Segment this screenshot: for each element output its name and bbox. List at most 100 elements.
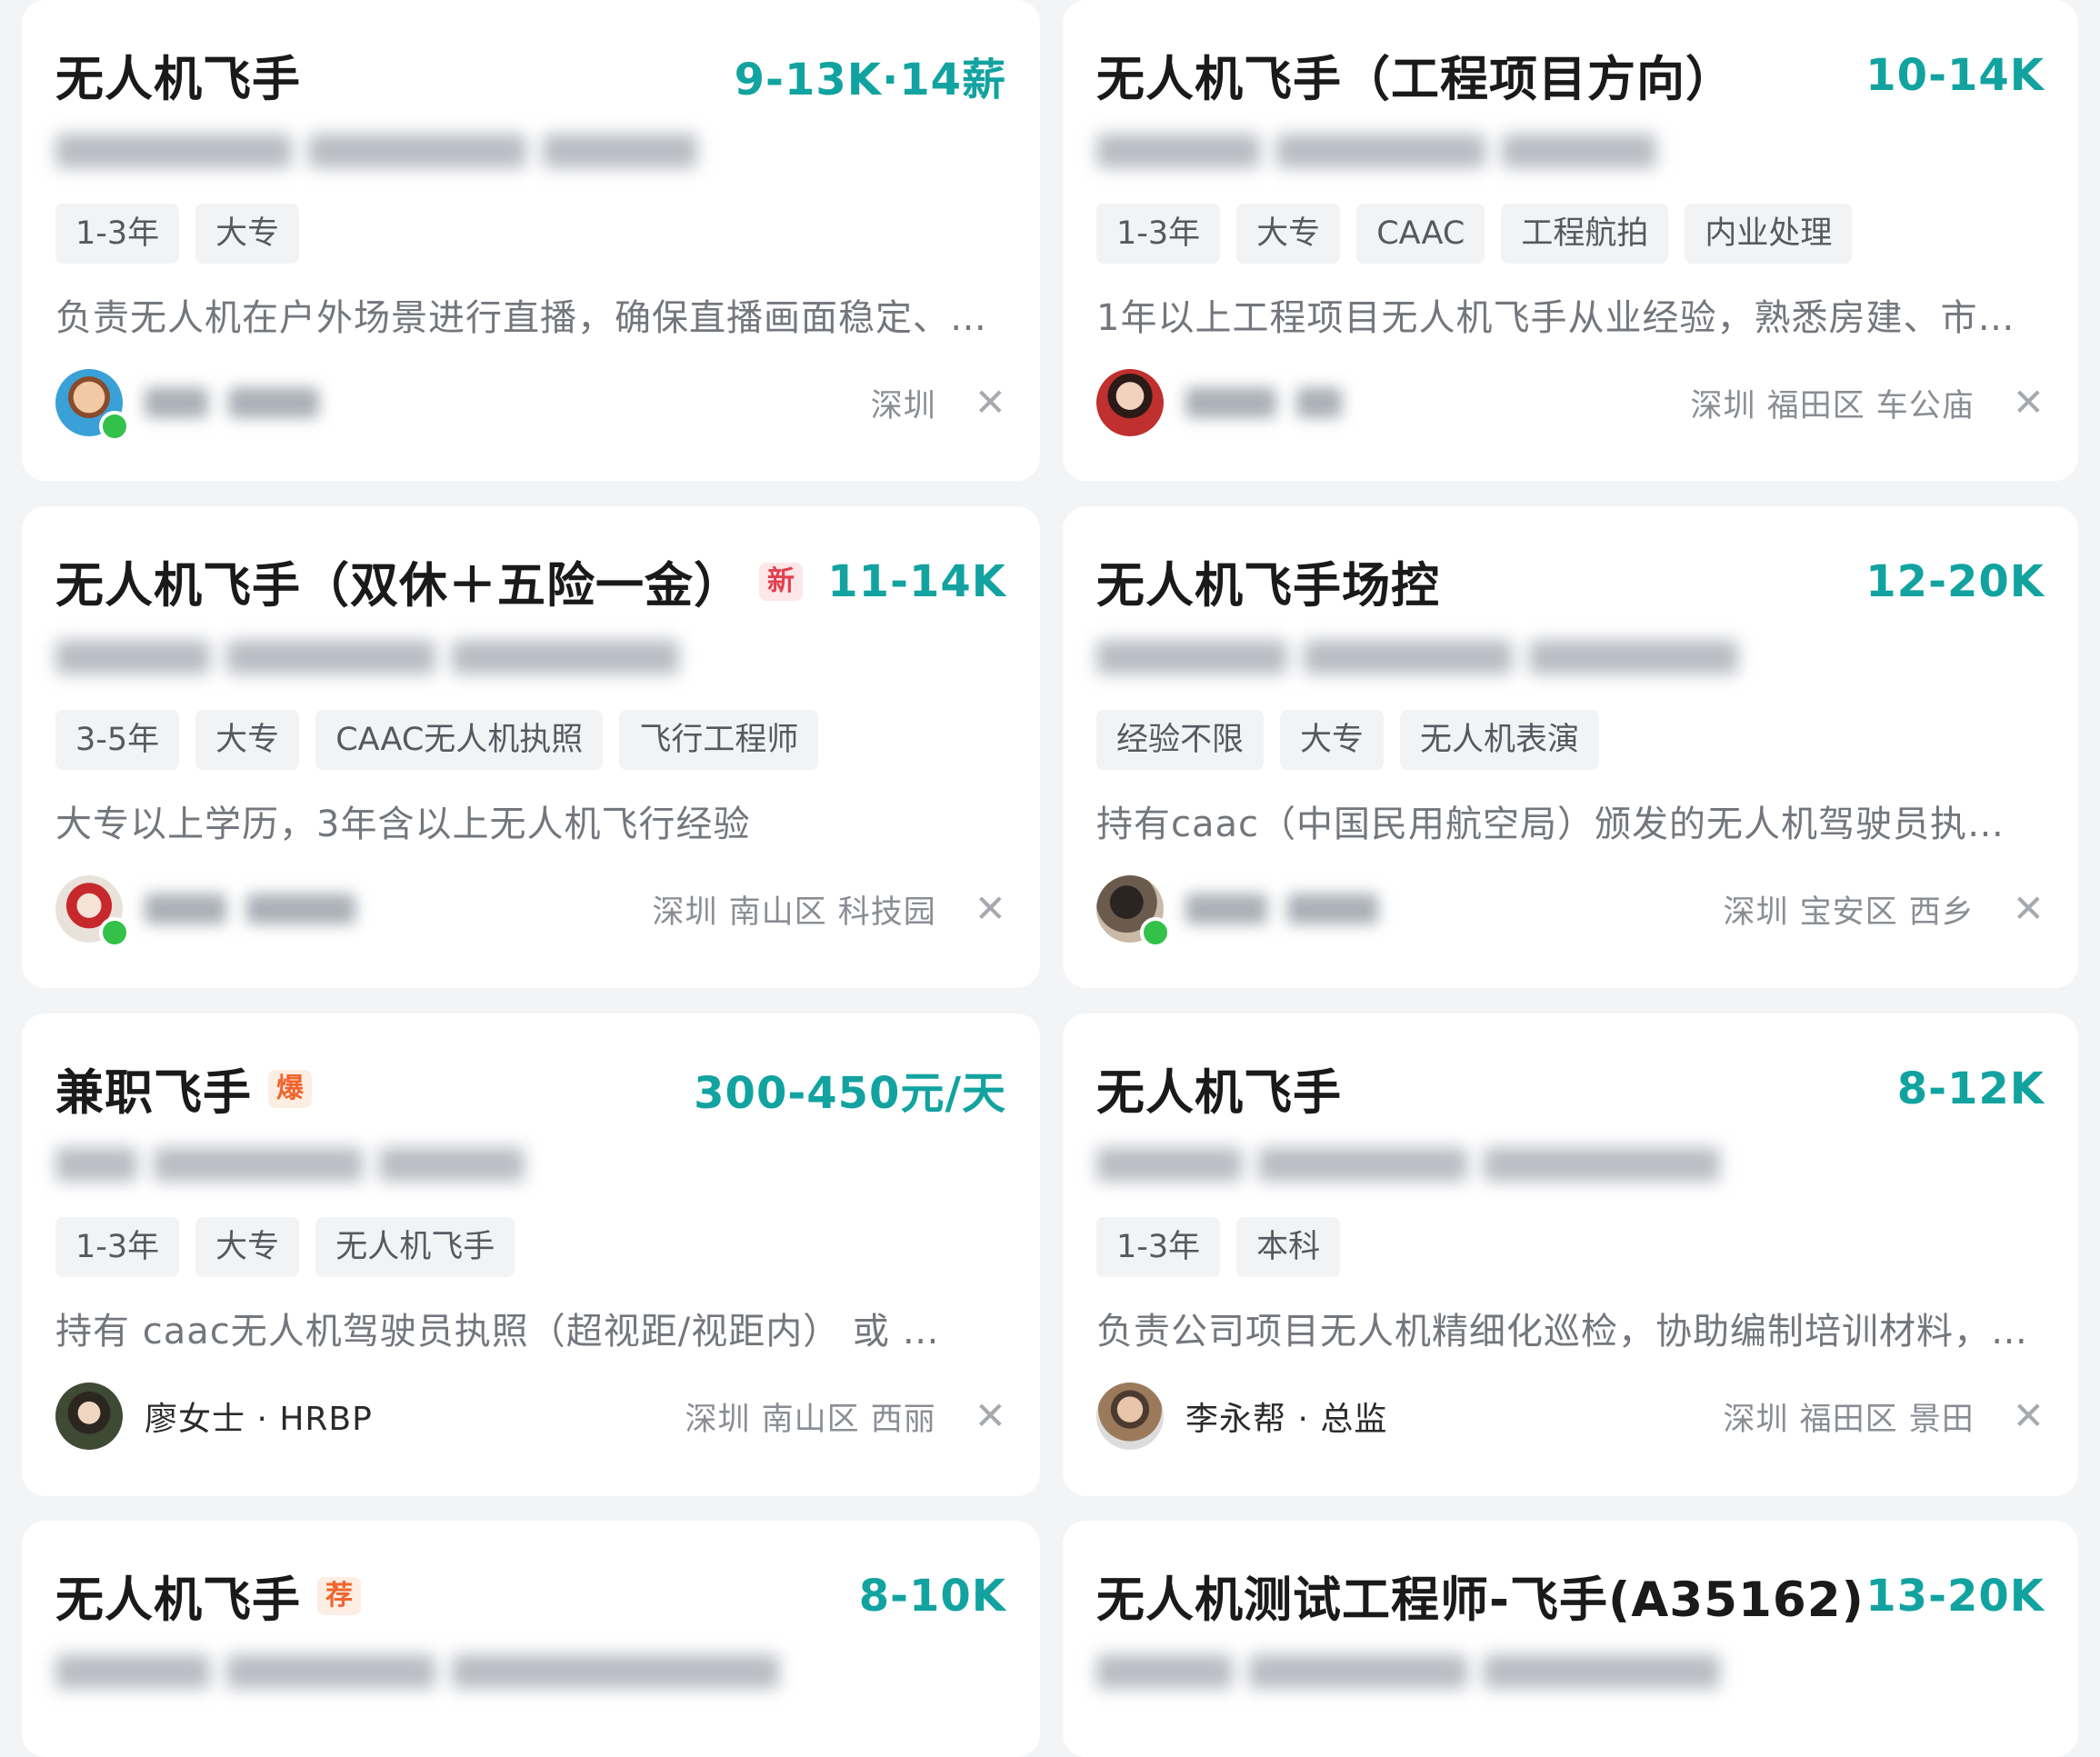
job-location: 深圳 南山区 西丽 (685, 1401, 936, 1438)
title-wrap: 无人机飞手 (1096, 1054, 1342, 1123)
job-description: 1年以上工程项目无人机飞手从业经验，熟悉房建、市… (1096, 297, 2015, 339)
job-title[interactable]: 无人机测试工程师-飞手(A35162) (1096, 1562, 1865, 1631)
job-tags: 经验不限 大专 无人机表演 (1096, 710, 1600, 770)
job-tags: 1-3年 大专 CAAC 工程航拍 内业处理 (1096, 204, 1853, 264)
company-info-blurred (55, 127, 697, 175)
job-card[interactable]: 无人机飞手（双休＋五险一金） 新 11-14K 3-5年 大专 CAAC无人机执… (22, 506, 1040, 988)
job-header: 无人机飞手（工程项目方向） 10-14K (1096, 44, 2045, 107)
location-wrap: 深圳 南山区 科技园 ✕ (653, 886, 1006, 933)
recruiter[interactable]: 廖女士 · HRBP (55, 1383, 373, 1450)
job-description: 负责无人机在户外场景进行直播，确保直播画面稳定、… (55, 297, 987, 339)
recruiter-name-blurred (1185, 387, 1342, 418)
company-info-blurred (1096, 1648, 1720, 1695)
tag: 经验不限 (1096, 710, 1265, 770)
job-title[interactable]: 无人机飞手（双休＋五险一金） (55, 547, 743, 616)
company-info-blurred (55, 1648, 779, 1695)
job-header: 无人机测试工程师-飞手(A35162) 13-20K (1096, 1564, 2045, 1628)
title-wrap: 无人机测试工程师-飞手(A35162) (1096, 1562, 1865, 1631)
job-location: 深圳 南山区 科技园 (652, 893, 936, 931)
tag: CAAC (1356, 204, 1485, 264)
close-icon[interactable]: ✕ (2013, 384, 2045, 422)
location-wrap: 深圳 ✕ (871, 380, 1006, 426)
job-card[interactable]: 无人机飞手（工程项目方向） 10-14K 1-3年 大专 CAAC 工程航拍 内… (1063, 0, 2078, 481)
title-wrap: 兼职飞手 爆 (55, 1054, 312, 1123)
job-title[interactable]: 无人机飞手 (55, 1562, 301, 1631)
job-salary: 9-13K·14薪 (734, 55, 1006, 105)
title-wrap: 无人机飞手（双休＋五险一金） 新 (55, 547, 803, 616)
job-salary: 13-20K (1865, 1571, 2045, 1622)
recruiter-name: 李永帮 · 总监 (1185, 1401, 1388, 1438)
job-description: 持有caac（中国民用航空局）颁发的无人机驾驶员执… (1096, 804, 2005, 845)
recruiter-name: 廖女士 · HRBP (145, 1401, 373, 1438)
job-description: 持有 caac无人机驾驶员执照（超视距/视距内） 或 … (55, 1311, 940, 1353)
job-card[interactable]: 兼职飞手 爆 300-450元/天 1-3年 大专 无人机飞手 持有 caac无… (22, 1013, 1040, 1496)
job-footer: 深圳 南山区 科技园 ✕ (55, 874, 1006, 948)
tag: 本科 (1236, 1217, 1341, 1277)
job-header: 兼职飞手 爆 300-450元/天 (55, 1057, 1006, 1121)
recruiter[interactable] (55, 875, 355, 948)
job-card[interactable]: 无人机飞手 荐 8-10K (22, 1521, 1040, 1757)
job-title[interactable]: 无人机飞手 (1096, 1054, 1342, 1123)
tag: 无人机飞手 (315, 1217, 515, 1277)
online-indicator (1140, 917, 1171, 948)
job-description: 大专以上学历，3年含以上无人机飞行经验 (55, 804, 751, 845)
title-wrap: 无人机飞手 荐 (55, 1562, 361, 1631)
job-title[interactable]: 无人机飞手场控 (1096, 547, 1440, 616)
title-wrap: 无人机飞手（工程项目方向） (1096, 41, 1735, 110)
job-header: 无人机飞手 荐 8-10K (55, 1564, 1006, 1628)
tag: 大专 (195, 710, 300, 770)
job-card[interactable]: 无人机飞手场控 12-20K 经验不限 大专 无人机表演 持有caac（中国民用… (1063, 506, 2078, 988)
company-info-blurred (55, 1141, 525, 1188)
job-title[interactable]: 无人机飞手 (55, 41, 301, 110)
job-salary: 12-20K (1865, 556, 2045, 607)
job-title[interactable]: 无人机飞手（工程项目方向） (1096, 41, 1735, 110)
online-indicator (99, 917, 130, 948)
tag: 大专 (1236, 204, 1341, 264)
close-icon[interactable]: ✕ (975, 890, 1006, 928)
recruiter[interactable] (55, 369, 319, 442)
avatar (55, 1383, 123, 1450)
job-footer: 深圳 福田区 车公庙 ✕ (1096, 367, 2045, 438)
avatar (1096, 369, 1164, 436)
tag: CAAC无人机执照 (315, 710, 604, 770)
recruiter[interactable] (1096, 369, 1342, 436)
avatar (55, 875, 130, 948)
tag: 无人机表演 (1400, 710, 1600, 770)
recruiter[interactable]: 李永帮 · 总监 (1096, 1383, 1387, 1450)
close-icon[interactable]: ✕ (2013, 1397, 2045, 1435)
title-wrap: 无人机飞手 (55, 41, 301, 110)
job-card[interactable]: 无人机飞手 8-12K 1-3年 本科 负责公司项目无人机精细化巡检，协助编制培… (1063, 1013, 2078, 1496)
tag: 大专 (195, 1217, 300, 1277)
close-icon[interactable]: ✕ (2013, 890, 2045, 928)
tag: 大专 (195, 204, 300, 264)
job-tags: 3-5年 大专 CAAC无人机执照 飞行工程师 (55, 710, 819, 770)
recruiter[interactable] (1096, 875, 1378, 948)
job-card[interactable]: 无人机飞手 9-13K·14薪 1-3年 大专 负责无人机在户外场景进行直播，确… (22, 0, 1040, 481)
tag: 1-3年 (55, 204, 180, 264)
job-title[interactable]: 兼职飞手 (55, 1054, 252, 1123)
job-header: 无人机飞手（双休＋五险一金） 新 11-14K (55, 550, 1006, 614)
online-indicator (99, 411, 130, 442)
tag: 飞行工程师 (619, 710, 819, 770)
recommend-badge: 荐 (317, 1577, 361, 1615)
job-salary: 8-12K (1896, 1063, 2045, 1114)
company-info-blurred (55, 634, 679, 681)
location-wrap: 深圳 福田区 景田 ✕ (1724, 1393, 2045, 1440)
close-icon[interactable]: ✕ (975, 1397, 1006, 1435)
avatar (1096, 1383, 1164, 1450)
company-info-blurred (1096, 127, 1656, 175)
tag: 内业处理 (1685, 204, 1853, 264)
job-list: 无人机飞手 9-13K·14薪 1-3年 大专 负责无人机在户外场景进行直播，确… (0, 0, 2100, 1757)
tag: 工程航拍 (1501, 204, 1669, 264)
recruiter-name-blurred (145, 893, 355, 924)
company-info-blurred (1096, 1141, 1720, 1188)
job-footer: 李永帮 · 总监 深圳 福田区 景田 ✕ (1096, 1381, 2045, 1452)
job-salary: 10-14K (1865, 50, 2045, 101)
job-header: 无人机飞手 9-13K·14薪 (55, 44, 1006, 107)
location-wrap: 深圳 南山区 西丽 ✕ (685, 1393, 1006, 1440)
close-icon[interactable]: ✕ (975, 384, 1006, 422)
job-location: 深圳 宝安区 西乡 (1723, 893, 1975, 931)
job-card[interactable]: 无人机测试工程师-飞手(A35162) 13-20K (1063, 1521, 2078, 1757)
avatar (55, 369, 130, 442)
tag: 1-3年 (1096, 204, 1221, 264)
